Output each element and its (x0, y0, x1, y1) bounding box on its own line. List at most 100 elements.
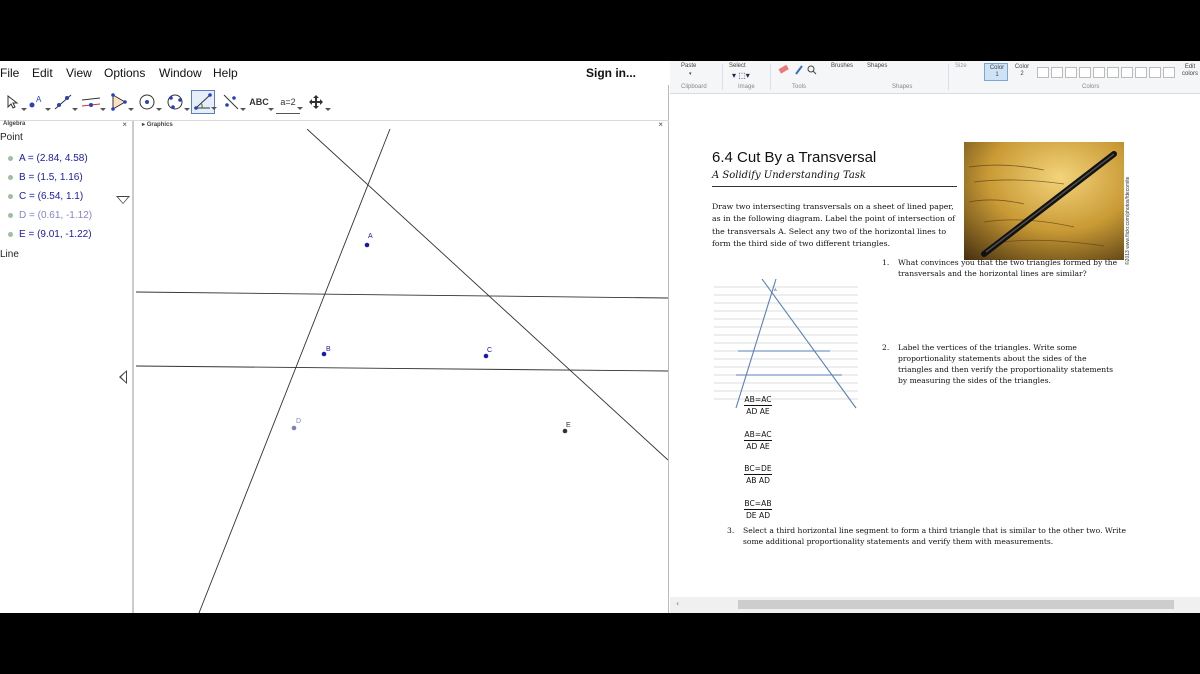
visibility-toggle-icon[interactable] (8, 175, 13, 180)
fraction-denominator: DE AD (745, 511, 771, 520)
point-label-e: E (566, 422, 571, 429)
algebra-category-point[interactable]: Point (0, 132, 23, 143)
paint-canvas[interactable]: 6.4 Cut By a Transversal A Solidify Unde… (670, 95, 1200, 613)
group-image: Image (738, 84, 755, 90)
move-graphics-icon[interactable] (304, 90, 331, 114)
algebra-sort-icon[interactable] (116, 196, 130, 204)
algebra-item-label: C = (6.54, 1.1) (19, 191, 84, 202)
paint-window: Paste ▾ Select ▾ ⬚▾ Brushes Shapes Size … (670, 61, 1200, 613)
scrollbar-thumb[interactable] (738, 600, 1174, 609)
move-tool-icon[interactable] (0, 90, 27, 114)
fraction-statement: AB=AC AD AE (744, 395, 772, 417)
algebra-item-e[interactable]: E = (9.01, -1.22) (8, 229, 92, 240)
paste-button[interactable]: Paste (681, 63, 696, 69)
circle-tool-icon[interactable] (135, 90, 162, 114)
fraction-denominator: AD AE (746, 442, 770, 451)
text-tool-icon[interactable]: ABC (247, 90, 274, 114)
menu-options[interactable]: Options (104, 66, 145, 80)
color-swatch[interactable] (1065, 67, 1077, 78)
visibility-toggle-icon[interactable] (8, 213, 13, 218)
color2-button[interactable]: Color 2 (1013, 64, 1031, 78)
group-tools: Tools (792, 84, 807, 90)
graphics-header: ▸ Graphics × (136, 120, 668, 129)
sign-in-link[interactable]: Sign in... (586, 66, 636, 80)
algebra-close-icon[interactable]: × (122, 120, 127, 129)
graphics-title-text: Graphics (146, 122, 173, 128)
algebra-header: Algebra × (0, 120, 132, 129)
collapse-panel-icon[interactable] (119, 370, 127, 384)
color-swatch[interactable] (1163, 67, 1175, 78)
graphics-close-icon[interactable]: × (658, 120, 663, 129)
edit-colors-button[interactable]: Edit colors (1178, 64, 1200, 78)
doc-intro: Draw two intersecting transversals on a … (712, 202, 956, 249)
fraction-denominator: AB AD (746, 476, 770, 485)
graphics-view[interactable]: A B C D E (136, 129, 668, 613)
point-tool-icon[interactable]: A (24, 90, 51, 114)
circle-three-points-icon[interactable] (163, 90, 190, 114)
color-swatch[interactable] (1107, 67, 1119, 78)
question-number: 3. (727, 526, 735, 535)
visibility-toggle-icon[interactable] (8, 156, 13, 161)
geogebra-window: File Edit View Options Window Help Sign … (0, 61, 669, 613)
menu-file[interactable]: File (0, 66, 19, 80)
horizontal-line-de[interactable] (136, 365, 668, 372)
color-swatch[interactable] (1037, 67, 1049, 78)
question-text: Label the vertices of the triangles. Wri… (898, 343, 1114, 385)
line-tool-icon[interactable] (51, 90, 78, 114)
menu-window[interactable]: Window (159, 66, 202, 80)
select-dropdown-icon[interactable]: ▾ ⬚▾ (732, 71, 750, 80)
algebra-item-b[interactable]: B = (1.5, 1.16) (8, 172, 83, 183)
point-label-d: D (296, 418, 301, 425)
scroll-left-icon[interactable]: ‹ (676, 599, 679, 608)
group-colors: Colors (1082, 84, 1100, 90)
point-d[interactable] (291, 425, 297, 431)
color1-label: Color 1 (989, 65, 1005, 78)
point-a[interactable] (364, 242, 370, 248)
color-swatch[interactable] (1121, 67, 1133, 78)
menu-view[interactable]: View (66, 66, 92, 80)
color-swatch[interactable] (1093, 67, 1105, 78)
brushes-button[interactable]: Brushes (831, 63, 853, 69)
algebra-item-a[interactable]: A = (2.84, 4.58) (8, 153, 88, 164)
menu-help[interactable]: Help (213, 66, 238, 80)
group-clipboard: Clipboard (681, 84, 707, 90)
horizontal-scrollbar[interactable]: ‹ (670, 597, 1200, 613)
visibility-toggle-icon[interactable] (8, 194, 13, 199)
horizontal-line-bc[interactable] (136, 291, 668, 299)
point-c[interactable] (483, 353, 489, 359)
size-button[interactable]: Size (955, 63, 967, 69)
ribbon-separator (770, 64, 771, 90)
color-swatch[interactable] (1135, 67, 1147, 78)
algebra-item-d[interactable]: D = (0.61, -1.12) (8, 210, 92, 221)
doc-subtitle: A Solidify Understanding Task (712, 170, 866, 181)
perpendicular-tool-icon[interactable] (79, 90, 106, 114)
algebra-item-c[interactable]: C = (6.54, 1.1) (8, 191, 83, 202)
ribbon-separator (948, 64, 949, 90)
angle-tool-icon[interactable] (191, 90, 217, 114)
select-button[interactable]: Select (729, 63, 746, 69)
transversal-line-abd[interactable] (198, 129, 391, 613)
point-label-c: C (487, 347, 492, 354)
color-swatch[interactable] (1149, 67, 1161, 78)
point-e[interactable] (562, 428, 568, 434)
color1-button[interactable]: Color 1 (984, 63, 1008, 81)
paste-dropdown-icon[interactable]: ▾ (689, 71, 692, 77)
algebra-view: Algebra × Point A = (2.84, 4.58) B = (1.… (0, 120, 134, 613)
color-swatch[interactable] (1051, 67, 1063, 78)
menu-bar: File Edit View Options Window Help Sign … (0, 61, 669, 85)
algebra-category-line[interactable]: Line (0, 249, 19, 260)
fraction-statement: BC=AB DE AD (744, 499, 772, 521)
polygon-tool-icon[interactable] (107, 90, 134, 114)
fraction-numerator: AB=AC (744, 395, 772, 406)
shapes-button[interactable]: Shapes (867, 63, 887, 69)
menu-edit[interactable]: Edit (32, 66, 53, 80)
visibility-toggle-icon[interactable] (8, 232, 13, 237)
screen: File Edit View Options Window Help Sign … (0, 61, 1200, 613)
color-swatch[interactable] (1079, 67, 1091, 78)
tools-icons[interactable] (778, 64, 828, 76)
question-number: 1. (882, 258, 890, 267)
reflect-tool-icon[interactable] (219, 90, 246, 114)
fraction-denominator: AD AE (746, 407, 770, 416)
slider-tool-icon[interactable]: a=2 (276, 90, 303, 114)
graphics-title: ▸ Graphics (142, 122, 173, 128)
